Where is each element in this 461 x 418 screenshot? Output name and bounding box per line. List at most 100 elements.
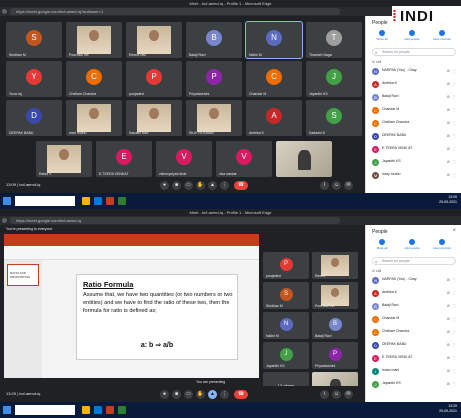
participant-tile[interactable]: Sanathi sum [126, 100, 182, 136]
person-row[interactable]: E E.TEERA VENK AT ⊘⋮ [372, 354, 458, 363]
windows-start-icon[interactable] [3, 197, 11, 205]
host-controls-button[interactable]: Host controls [428, 30, 456, 41]
participant-tile[interactable]: B Balaji Ravi [186, 22, 242, 58]
end-call-button[interactable]: ☎ [234, 181, 248, 190]
windows-start-icon[interactable] [3, 406, 11, 414]
mic-muted-icon[interactable]: ⊘⋮ [447, 120, 458, 125]
person-row[interactable]: I Ishan mani ⊘⋮ [372, 367, 458, 376]
participant-tile[interactable]: Ppoojadevi [263, 252, 309, 279]
participant-tile[interactable]: S Sindhan M [6, 22, 62, 58]
address-bar[interactable]: https://meet.google.com/bcf-aemd-iq [10, 217, 340, 224]
more-options-icon[interactable]: ⋮ [220, 181, 229, 190]
show-all-button[interactable]: Show all [368, 30, 396, 41]
mic-muted-icon[interactable]: ⊘⋮ [447, 172, 458, 177]
mic-muted-icon[interactable]: ⊘⋮ [447, 159, 458, 164]
person-row[interactable]: C Chandar M ⊘⋮ [372, 106, 458, 115]
participant-tile[interactable]: E E.TEERA VENKAT [96, 141, 152, 177]
back-icon[interactable] [2, 9, 7, 14]
camera-icon[interactable]: ■ [172, 390, 181, 399]
participant-tile[interactable]: S Sadashi D [306, 100, 362, 136]
participant-tile[interactable]: A Ambika K [246, 100, 302, 136]
person-row[interactable]: A Ambika K ⊘⋮ [372, 80, 458, 89]
add-people-button[interactable]: Add people [398, 30, 426, 41]
person-row[interactable]: C Chellam Chandra ⊘⋮ [372, 328, 458, 337]
add-people-button[interactable]: Add people [398, 239, 426, 250]
participant-tile[interactable]: Rahul V [36, 141, 92, 177]
mic-icon[interactable]: ● [160, 390, 169, 399]
mic-muted-icon[interactable]: ⊘⋮ [447, 133, 458, 138]
mic-muted-icon[interactable]: ⊘⋮ [447, 146, 458, 151]
host-controls-button[interactable]: Host controls [428, 239, 456, 250]
captions-icon[interactable]: ▭ [184, 181, 193, 190]
participant-tile[interactable]: Reena ravi [126, 22, 182, 58]
person-row[interactable]: B Balaji Ravi ⊘⋮ [372, 302, 458, 311]
present-icon[interactable]: ▲ [208, 390, 217, 399]
people-icon[interactable]: ☺ [332, 181, 341, 190]
person-row[interactable]: J Jayanthi KS ⊘⋮ [372, 158, 458, 167]
mic-muted-icon[interactable]: ⊘⋮ [447, 342, 458, 347]
people-icon[interactable]: ☺ [332, 390, 341, 399]
participant-tile[interactable] [276, 141, 332, 177]
participant-tile[interactable]: T Thamizh Naga [306, 22, 362, 58]
app-icon[interactable] [118, 406, 126, 414]
person-row[interactable]: B Balaji Ravi ⊘⋮ [372, 93, 458, 102]
person-row[interactable]: A Ambika K ⊘⋮ [372, 289, 458, 298]
mic-muted-icon[interactable]: ⊘⋮ [447, 277, 458, 282]
info-icon[interactable]: i [320, 181, 329, 190]
participant-tile[interactable]: P Priyadarshini [312, 342, 358, 369]
participant-tile[interactable]: S Sindhan M [263, 282, 309, 309]
taskbar-search-box[interactable] [15, 405, 75, 415]
mute-all-button[interactable]: Mute all [368, 239, 396, 250]
people-search-input[interactable]: ⌕ Search for people [372, 48, 456, 56]
person-row[interactable]: C Chellam Chandra ⊘⋮ [372, 119, 458, 128]
person-row[interactable]: Mmary muthu ⊘⋮ [372, 171, 458, 180]
person-row[interactable]: N NARPAS (You) - Chay ⊘⋮ [372, 276, 458, 285]
address-bar[interactable]: https://meet.google.com/bcf-aemd-iq?auth… [10, 8, 340, 15]
participant-tile[interactable]: D DEEPAK BABU [6, 100, 62, 136]
more-options-icon[interactable]: ⋮ [220, 390, 229, 399]
raise-hand-icon[interactable]: ✋ [196, 390, 205, 399]
slide-thumbnail[interactable]: RATIO AND PROPORTION [7, 264, 39, 286]
mic-icon[interactable]: ● [160, 181, 169, 190]
participant-tile[interactable]: Ppoojadevi [126, 61, 182, 97]
participant-tile[interactable]: N Nalini M [245, 21, 303, 59]
mic-muted-icon[interactable]: ⊘⋮ [447, 303, 458, 308]
participant-tile[interactable]: J Jayanthi KS [306, 61, 362, 97]
mic-muted-icon[interactable]: ⊘⋮ [447, 107, 458, 112]
mic-muted-icon[interactable]: ⊘⋮ [447, 355, 458, 360]
person-row[interactable]: N NARPAS (You) - Chay ⊘⋮ [372, 67, 458, 76]
powerpoint-icon[interactable] [106, 197, 114, 205]
file-explorer-icon[interactable] [82, 406, 90, 414]
app-icon[interactable] [118, 197, 126, 205]
mic-muted-icon[interactable]: ⊘⋮ [447, 81, 458, 86]
participant-tile[interactable]: B Balaji Ravi [312, 312, 358, 339]
mic-muted-icon[interactable]: ⊘⋮ [447, 316, 458, 321]
participant-tile[interactable]: Vviva sankar [216, 141, 272, 177]
file-explorer-icon[interactable] [82, 197, 90, 205]
mic-muted-icon[interactable]: ⊘⋮ [447, 381, 458, 386]
person-row[interactable]: D DEEPAK BABU ⊘⋮ [372, 132, 458, 141]
participant-tile[interactable]: C Chellam Chandra [66, 61, 122, 97]
raise-hand-icon[interactable]: ✋ [196, 181, 205, 190]
person-row[interactable]: J Jayanthi KS ⊘⋮ [372, 380, 458, 389]
mic-muted-icon[interactable]: ⊘⋮ [447, 94, 458, 99]
participant-tile[interactable]: mari muthu [66, 100, 122, 136]
person-row[interactable]: D DEEPAK BABU ⊘⋮ [372, 341, 458, 350]
back-icon[interactable] [2, 218, 7, 223]
person-row[interactable]: E E.TEERA VENK AT ⊘⋮ [372, 145, 458, 154]
participant-tile[interactable]: C Chandar M [246, 61, 302, 97]
chat-icon[interactable]: ✉ [344, 181, 353, 190]
participant-tile[interactable]: Poorvika Vel [66, 22, 122, 58]
participant-tile[interactable]: N Nalini M [263, 312, 309, 339]
taskbar-search-box[interactable] [15, 196, 75, 206]
participant-tile[interactable]: J Jayanthi KS [263, 342, 309, 369]
powerpoint-icon[interactable] [106, 406, 114, 414]
present-icon[interactable]: ▲ [208, 181, 217, 190]
participant-tile[interactable]: P Priyadarshini [186, 61, 242, 97]
captions-icon[interactable]: ▭ [184, 390, 193, 399]
person-row[interactable]: C Chandar M ⊘⋮ [372, 315, 458, 324]
participant-tile[interactable]: Reena [312, 252, 358, 279]
edge-icon[interactable] [94, 197, 102, 205]
close-icon[interactable]: × [452, 228, 456, 234]
chat-icon[interactable]: ✉ [344, 390, 353, 399]
